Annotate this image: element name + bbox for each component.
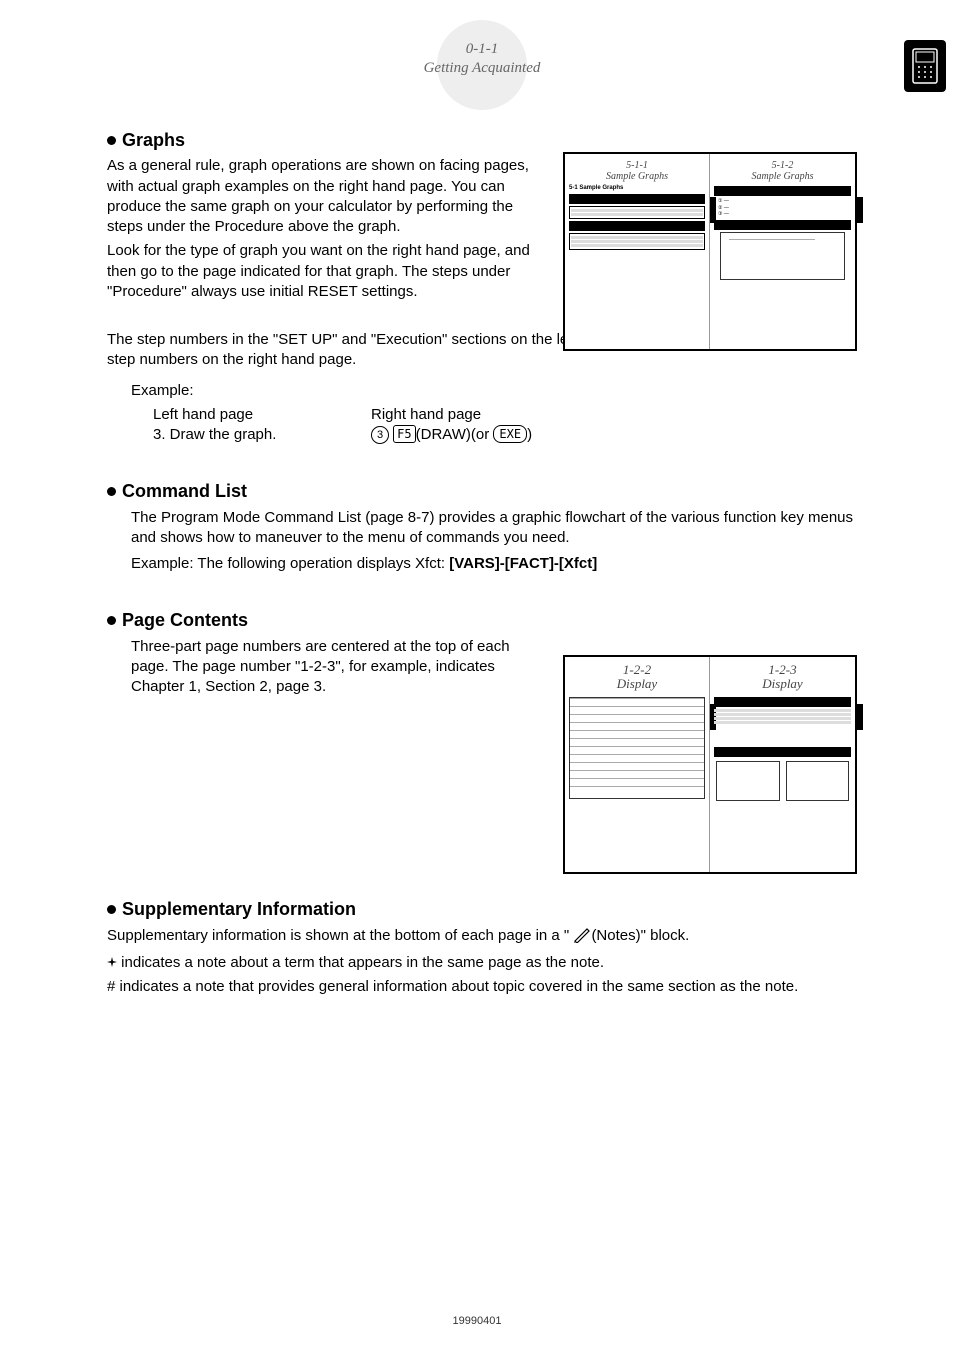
- heading-command-list: Command List: [107, 479, 857, 503]
- heading-supp-info: Supplementary Information: [107, 897, 857, 921]
- supp-para-1: Supplementary information is shown at th…: [107, 926, 857, 949]
- thumbnail-sample-graphs: 5-1-1Sample Graphs 5-1 Sample Graphs 5-1…: [563, 152, 857, 351]
- pencil-icon: [573, 927, 591, 949]
- left-col-body: 3. Draw the graph.: [153, 425, 371, 445]
- bullet-icon: [107, 905, 116, 914]
- badge-title: Getting Acquainted: [424, 60, 541, 76]
- example-columns: Left hand page 3. Draw the graph. Right …: [153, 405, 857, 446]
- key-f5: F5: [393, 425, 415, 443]
- thumbnail-display: 1-2-2Display 1-2-3Display: [563, 655, 857, 874]
- step-number-icon: 3: [371, 426, 389, 444]
- command-list-para: The Program Mode Command List (page 8-7)…: [131, 508, 857, 549]
- bullet-icon: [107, 487, 116, 496]
- device-icon: [904, 40, 946, 92]
- heading-page-contents: Page Contents: [107, 608, 857, 632]
- bullet-icon: [107, 136, 116, 145]
- graphs-para-2: Look for the type of graph you want on t…: [107, 241, 547, 302]
- badge-pagenum: 0-1-1: [466, 41, 499, 57]
- page-footer: 19990401: [0, 1314, 954, 1329]
- star-icon: [107, 954, 117, 971]
- right-col-head: Right hand page: [371, 405, 532, 425]
- left-col-head: Left hand page: [153, 405, 371, 425]
- page-badge: 0-1-1 Getting Acquainted: [422, 30, 542, 100]
- right-col-body: 3 F5(DRAW)(or EXE): [371, 425, 532, 445]
- content-column: 0-1-1 Getting Acquainted Graphs As a gen…: [107, 30, 857, 1001]
- page: 0-1-1 Getting Acquainted Graphs As a gen…: [0, 0, 954, 1355]
- heading-graphs: Graphs: [107, 128, 857, 152]
- supp-note-star: indicates a note about a term that appea…: [107, 953, 857, 973]
- bullet-icon: [107, 616, 116, 625]
- supp-note-hash: # indicates a note that provides general…: [107, 977, 857, 997]
- example-label: Example:: [131, 381, 857, 401]
- graphs-para-1: As a general rule, graph operations are …: [107, 156, 547, 237]
- page-contents-para: Three-part page numbers are centered at …: [131, 637, 551, 698]
- command-list-example: Example: The following operation display…: [131, 554, 857, 574]
- key-exe: EXE: [493, 425, 527, 443]
